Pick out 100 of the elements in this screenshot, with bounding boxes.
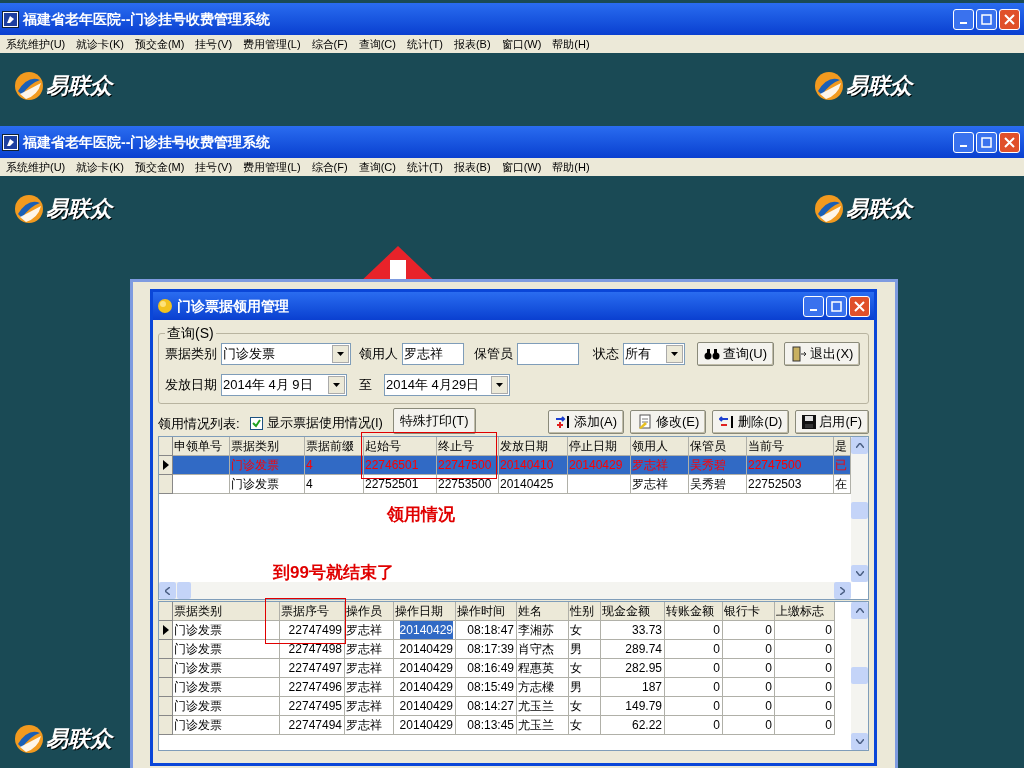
recipient-field[interactable]: 罗志祥 xyxy=(402,343,464,365)
table-cell: 0 xyxy=(775,716,835,735)
column-header: 票据序号 xyxy=(280,602,345,621)
date-picker[interactable]: 2014年 4月 9日 xyxy=(221,374,347,396)
menu-item[interactable]: 窗口(W) xyxy=(501,35,542,53)
menu-item[interactable]: 窗口(W) xyxy=(501,158,542,176)
table-cell: 0 xyxy=(665,659,723,678)
menu-item[interactable]: 报表(B) xyxy=(453,158,491,176)
close-button[interactable] xyxy=(999,131,1020,153)
search-button[interactable]: 查询(U) xyxy=(697,342,775,366)
toolbar-button[interactable]: 修改(E) xyxy=(630,410,707,434)
table-cell: 0 xyxy=(665,640,723,659)
maximize-button[interactable] xyxy=(826,295,847,317)
close-button[interactable] xyxy=(999,8,1020,30)
table-cell: 4 xyxy=(305,475,364,494)
table-cell: 门诊发票 xyxy=(173,716,280,735)
table-cell: 罗志祥 xyxy=(631,456,689,475)
minimize-button[interactable] xyxy=(953,131,974,153)
table-cell: 0 xyxy=(775,659,835,678)
row-indicator[interactable] xyxy=(159,456,173,475)
menu-item[interactable]: 预交金(M) xyxy=(134,158,185,176)
menu-item[interactable]: 帮助(H) xyxy=(552,35,590,53)
scroll-thumb[interactable] xyxy=(851,667,868,684)
toolbar-button[interactable]: 启用(F) xyxy=(795,410,869,434)
table-cell: 尤玉兰 xyxy=(517,697,569,716)
scroll-down-button[interactable] xyxy=(851,733,868,750)
group-label: 查询(S) xyxy=(166,324,215,343)
close-button[interactable] xyxy=(849,295,870,317)
menu-item[interactable]: 费用管理(L) xyxy=(243,158,301,176)
scroll-thumb[interactable] xyxy=(177,582,191,599)
menu-item[interactable]: 挂号(V) xyxy=(195,158,233,176)
scroll-up-button[interactable] xyxy=(851,602,868,619)
menu-item[interactable]: 统计(T) xyxy=(406,35,443,53)
menu-item[interactable]: 就诊卡(K) xyxy=(76,35,124,53)
scroll-down-button[interactable] xyxy=(851,565,868,582)
menu-item[interactable]: 挂号(V) xyxy=(195,35,233,53)
column-header: 操作日期 xyxy=(394,602,456,621)
date-picker[interactable]: 2014年 4月29日 xyxy=(384,374,510,396)
row-indicator[interactable] xyxy=(159,621,173,640)
minimize-icon xyxy=(960,145,967,147)
menu-item[interactable]: 系统维护(U) xyxy=(6,158,66,176)
column-header: 操作时间 xyxy=(456,602,517,621)
menu-item[interactable]: 综合(F) xyxy=(311,158,348,176)
table-cell: 0 xyxy=(723,621,775,640)
field-label: 票据类别 xyxy=(165,345,217,364)
table-cell: 0 xyxy=(775,678,835,697)
table-cell: 0 xyxy=(723,697,775,716)
maximize-icon xyxy=(981,13,992,25)
checkbox[interactable] xyxy=(249,416,263,430)
menu-item[interactable]: 统计(T) xyxy=(406,158,443,176)
bill-type-dropdown[interactable]: 门诊发票 xyxy=(221,343,351,365)
annotation-text: 到99号就结束了 xyxy=(273,562,394,584)
print-button[interactable]: 特殊打印(T) xyxy=(392,408,476,434)
column-header: 申领单号 xyxy=(173,437,230,456)
table-cell: 22747495 xyxy=(280,697,345,716)
menu-item[interactable]: 系统维护(U) xyxy=(6,35,66,53)
table-cell: 0 xyxy=(723,678,775,697)
toolbar-button[interactable]: 添加(A) xyxy=(547,410,624,434)
scroll-up-button[interactable] xyxy=(851,437,868,454)
menu-item[interactable]: 帮助(H) xyxy=(552,158,590,176)
vertical-scrollbar[interactable] xyxy=(851,602,868,750)
scroll-thumb[interactable] xyxy=(851,502,868,519)
table-cell: 20140429 xyxy=(394,640,456,659)
table-cell: 女 xyxy=(569,697,601,716)
menu-item[interactable]: 查询(C) xyxy=(358,35,396,53)
exit-button[interactable]: 退出(X) xyxy=(784,342,861,366)
status-dropdown[interactable]: 所有 xyxy=(623,343,685,365)
menu-item[interactable]: 费用管理(L) xyxy=(243,35,301,53)
window-title: 福建省老年医院--门诊挂号收费管理系统 xyxy=(23,9,271,29)
horizontal-scrollbar[interactable] xyxy=(159,582,851,599)
toolbar-button[interactable]: 删除(D) xyxy=(712,410,790,434)
table-cell: 0 xyxy=(665,678,723,697)
table-cell: 0 xyxy=(665,716,723,735)
table-cell xyxy=(568,475,631,494)
table-cell: 149.79 xyxy=(601,697,665,716)
table-cell xyxy=(173,475,230,494)
menu-item[interactable]: 查询(C) xyxy=(358,158,396,176)
table-cell: 女 xyxy=(569,621,601,640)
table-cell: 22747500 xyxy=(747,456,834,475)
column-header: 姓名 xyxy=(517,602,569,621)
column-header: 上缴标志 xyxy=(775,602,835,621)
menu-item[interactable]: 综合(F) xyxy=(311,35,348,53)
scroll-right-button[interactable] xyxy=(834,582,851,599)
table-cell: 吴秀碧 xyxy=(689,475,747,494)
maximize-button[interactable] xyxy=(976,8,997,30)
menu-item[interactable]: 就诊卡(K) xyxy=(76,158,124,176)
keeper-field[interactable] xyxy=(517,343,579,365)
table-cell: 肖守杰 xyxy=(517,640,569,659)
menu-item[interactable]: 报表(B) xyxy=(453,35,491,53)
menu-item[interactable]: 预交金(M) xyxy=(134,35,185,53)
maximize-button[interactable] xyxy=(976,131,997,153)
scroll-left-button[interactable] xyxy=(159,582,176,599)
table-cell: 08:15:49 xyxy=(456,678,517,697)
table-cell: 男 xyxy=(569,640,601,659)
table-cell: 已 xyxy=(834,456,851,475)
vertical-scrollbar[interactable] xyxy=(851,437,868,582)
table-cell xyxy=(173,456,230,475)
minimize-button[interactable] xyxy=(803,295,824,317)
minimize-button[interactable] xyxy=(953,8,974,30)
dialog-title: 门诊票据领用管理 xyxy=(177,296,289,316)
